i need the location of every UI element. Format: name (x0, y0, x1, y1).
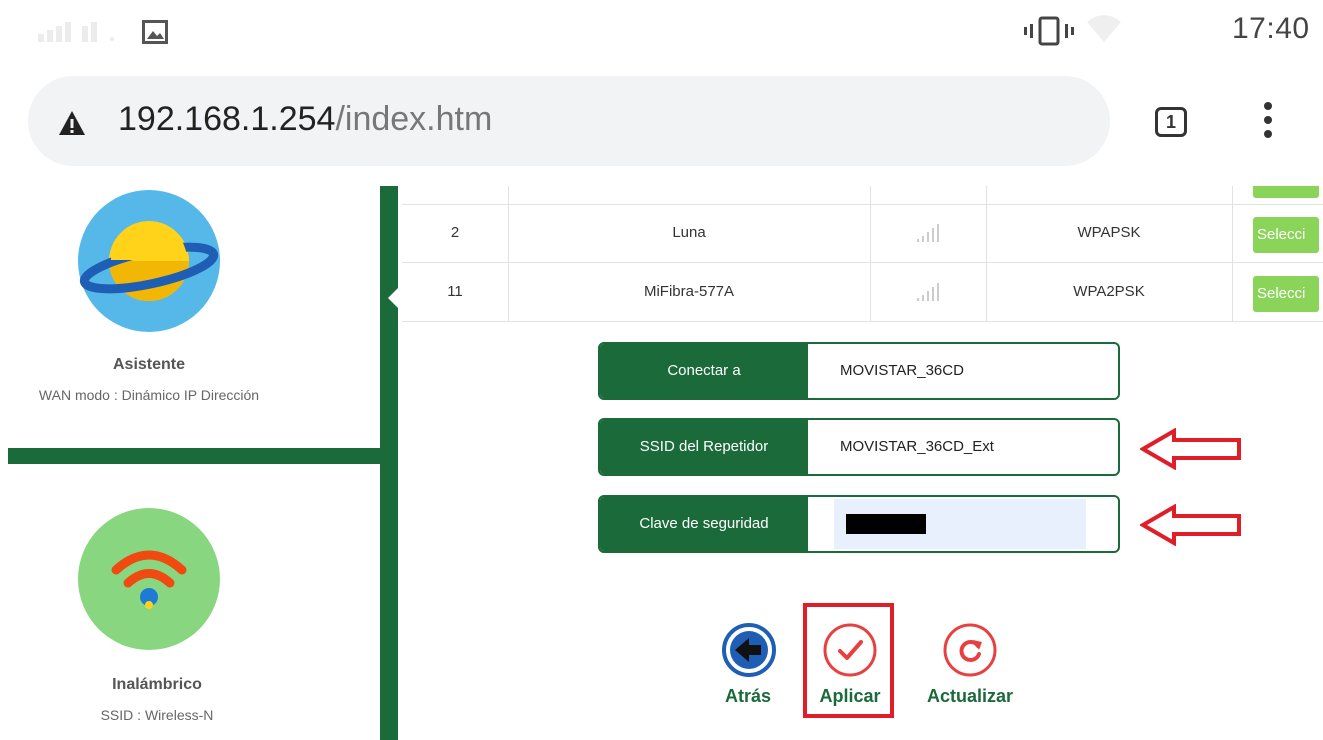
sidebar-card-wireless[interactable]: Inalámbrico SSID : Wireless-N (8, 464, 380, 740)
security-key-label: Clave de seguridad (600, 497, 808, 551)
sidebar-card-wizard[interactable]: Asistente WAN modo : Dinámico IP Direcci… (0, 186, 378, 448)
router-page: Asistente WAN modo : Dinámico IP Direcci… (0, 186, 1323, 740)
refresh-icon[interactable] (942, 622, 998, 678)
status-bar: 17:40 (0, 0, 1323, 66)
channel-cell: 2 (450, 224, 460, 241)
wifi-status-icon (1087, 15, 1121, 42)
clock: 17:40 (1232, 12, 1310, 45)
vibrate-icon (1024, 16, 1074, 46)
repeater-ssid-label: SSID del Repetidor (600, 420, 808, 474)
annotation-highlight (803, 603, 894, 718)
connect-to-label: Conectar a (600, 344, 808, 398)
connect-to-field[interactable]: Conectar a MOVISTAR_36CD (598, 342, 1120, 400)
channel-cell: 11 (447, 283, 463, 300)
not-secure-warning-icon[interactable] (58, 110, 86, 136)
wifi-icon (78, 508, 220, 650)
table-row: 2 Luna WPAPSK (402, 204, 1323, 263)
address-bar[interactable]: 192.168.1.254/index.htm (28, 76, 1110, 166)
table-row (402, 186, 1323, 205)
url-text[interactable]: 192.168.1.254/index.htm (118, 100, 492, 139)
url-path: /index.htm (335, 100, 493, 138)
wizard-subtitle: WAN modo : Dinámico IP Dirección (38, 387, 260, 403)
image-icon (142, 20, 168, 44)
table-row: 11 MiFibra-577A WPA2PSK (402, 263, 1323, 322)
select-button[interactable] (1253, 186, 1319, 198)
select-button[interactable]: Selecci (1253, 217, 1319, 253)
security-cell: WPA2PSK (1073, 283, 1145, 300)
planet-icon (78, 190, 220, 332)
overflow-menu-icon[interactable] (1258, 102, 1278, 146)
ssid-cell: MiFibra-577A (643, 283, 735, 300)
repeater-ssid-input[interactable]: MOVISTAR_36CD_Ext (840, 420, 994, 474)
divider-horizontal (8, 448, 388, 464)
active-pointer (388, 286, 400, 310)
wizard-title: Asistente (112, 356, 186, 373)
refresh-button[interactable]: Actualizar (910, 686, 1030, 707)
wireless-subtitle: SSID : Wireless-N (100, 707, 214, 723)
signal-cell (870, 263, 986, 321)
signal-icon (38, 22, 114, 42)
security-key-field[interactable]: Clave de seguridad (598, 495, 1120, 553)
signal-cell (870, 204, 986, 262)
annotation-arrow-icon (1140, 504, 1241, 546)
annotation-arrow-icon (1140, 428, 1241, 470)
ssid-cell: Luna (672, 224, 706, 241)
connect-to-value[interactable]: MOVISTAR_36CD (840, 344, 964, 398)
security-cell: WPAPSK (1077, 224, 1141, 241)
redaction-bar (846, 514, 926, 534)
tab-switcher-button[interactable]: 1 (1155, 107, 1187, 137)
back-icon[interactable] (721, 622, 777, 678)
signal-strength-icon (917, 283, 939, 302)
repeater-ssid-field[interactable]: SSID del Repetidor MOVISTAR_36CD_Ext (598, 418, 1120, 476)
url-host: 192.168.1.254 (118, 100, 336, 138)
network-scan-table: 2 Luna WPAPSK 11 MiFibra-577A WPA2PSK (402, 186, 1323, 322)
select-button[interactable]: Selecci (1253, 276, 1319, 312)
wireless-title: Inalámbrico (112, 676, 202, 693)
signal-strength-icon (917, 224, 939, 243)
